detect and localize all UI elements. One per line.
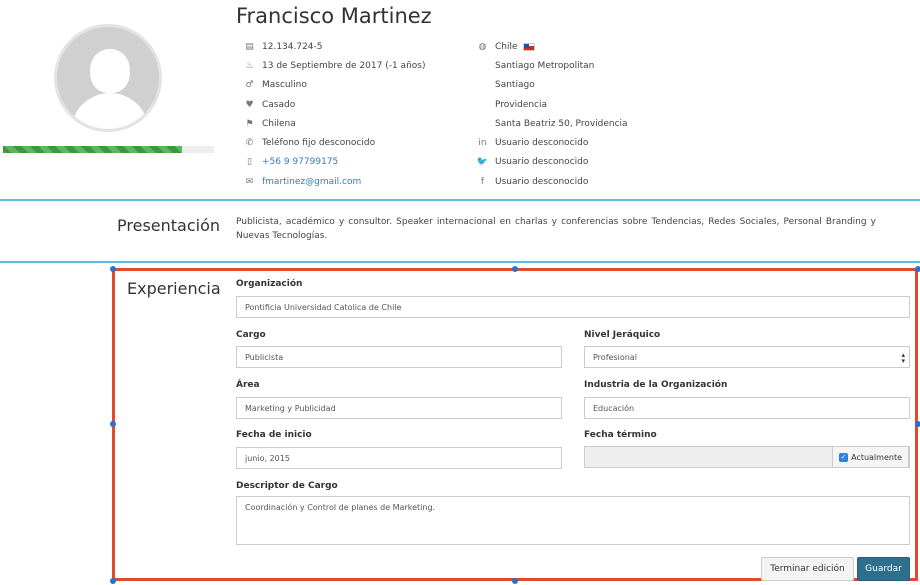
industria-input[interactable]: Educación bbox=[584, 397, 910, 419]
resize-handle-top[interactable] bbox=[512, 266, 518, 272]
nivel-jerarquico-value: Profesional bbox=[593, 352, 637, 362]
experiencia-title: Experiencia bbox=[127, 279, 221, 298]
personal-info-list: ▤ 12.134.724-5 ♨ 13 de Septiembre de 2017 (… bbox=[243, 37, 425, 191]
heart-icon: ♥ bbox=[245, 99, 254, 110]
resize-handle-top-left[interactable] bbox=[110, 266, 116, 272]
birthday-cake-icon: ♨ bbox=[245, 60, 254, 71]
fecha-inicio-label: Fecha de inicio bbox=[236, 430, 312, 440]
phone-icon: ✆ bbox=[245, 138, 254, 149]
personal-info-row[interactable]: ▯ +56 9 97799175 bbox=[243, 153, 425, 172]
personal-info-row[interactable]: ✉ fmartinez@gmail.com bbox=[243, 172, 425, 191]
actualmente-label: Actualmente bbox=[851, 452, 902, 462]
personal-info-text: Chilena bbox=[262, 118, 296, 129]
personal-info-row: ♂ Masculino bbox=[243, 76, 425, 95]
resize-handle-left[interactable] bbox=[110, 421, 116, 427]
industria-label: Industria de la Organización bbox=[584, 380, 728, 390]
organizacion-input[interactable]: Pontificia Universidad Catolica de Chile bbox=[236, 296, 910, 318]
cargo-input[interactable]: Publicista bbox=[236, 346, 562, 368]
personal-info-row: ♥ Casado bbox=[243, 95, 425, 114]
location-info-row: f Usuario desconocido bbox=[476, 172, 628, 191]
fecha-termino-input: ✓ Actualmente bbox=[584, 446, 910, 468]
resize-handle-right[interactable] bbox=[915, 421, 920, 427]
linkedin-icon: in bbox=[478, 138, 487, 149]
personal-info-text: Masculino bbox=[262, 80, 307, 91]
personal-info-text: 12.134.724-5 bbox=[262, 41, 323, 52]
location-info-text: Usuario desconocido bbox=[495, 138, 589, 149]
location-info-text: Usuario desconocido bbox=[495, 176, 589, 187]
location-info-text: Santa Beatriz 50, Providencia bbox=[495, 118, 628, 129]
personal-info-text: Teléfono fijo desconocido bbox=[262, 138, 376, 149]
personal-info-row: ⚑ Chilena bbox=[243, 114, 425, 133]
select-arrows-icon: ▴ ▾ bbox=[901, 351, 905, 365]
location-info-row: 🐦 Usuario desconocido bbox=[476, 153, 628, 172]
resize-handle-top-right[interactable] bbox=[915, 266, 920, 272]
descriptor-textarea[interactable]: Coordinación y Control de planes de Mark… bbox=[236, 496, 910, 545]
personal-info-text[interactable]: fmartinez@gmail.com bbox=[262, 177, 361, 187]
section-divider bbox=[0, 261, 920, 263]
fecha-inicio-input[interactable]: junio, 2015 bbox=[236, 447, 562, 469]
nivel-jerarquico-select[interactable]: Profesional ▴ ▾ bbox=[584, 346, 910, 368]
mobile-icon: ▯ bbox=[247, 157, 252, 168]
location-info-text: Providencia bbox=[495, 99, 548, 110]
fecha-termino-label: Fecha término bbox=[584, 430, 657, 440]
gender-icon: ♂ bbox=[245, 80, 254, 91]
area-input[interactable]: Marketing y Publicidad bbox=[236, 397, 562, 419]
location-info-row: ◍ Chile bbox=[476, 37, 628, 56]
presentacion-text: Publicista, académico y consultor. Speak… bbox=[236, 217, 876, 241]
actualmente-checkbox[interactable]: ✓ Actualmente bbox=[832, 446, 909, 468]
personal-info-row: ✆ Teléfono fijo desconocido bbox=[243, 133, 425, 152]
location-info-row: Santa Beatriz 50, Providencia bbox=[476, 114, 628, 133]
location-info-text: Santiago Metropolitan bbox=[495, 60, 595, 71]
id-card-icon: ▤ bbox=[245, 41, 254, 52]
location-info-text: Santiago bbox=[495, 80, 535, 91]
chile-flag-icon bbox=[522, 42, 535, 51]
resize-handle-bottom[interactable] bbox=[512, 578, 518, 584]
descriptor-label: Descriptor de Cargo bbox=[236, 481, 338, 491]
personal-info-text: Casado bbox=[262, 99, 296, 110]
avatar-head-shape bbox=[90, 49, 130, 93]
profile-name: Francisco Martinez bbox=[236, 4, 432, 28]
guardar-button[interactable]: Guardar bbox=[857, 557, 910, 581]
avatar-body-shape bbox=[71, 93, 149, 129]
location-info-row: Santiago Metropolitan bbox=[476, 56, 628, 75]
profile-completion-fill bbox=[3, 146, 183, 153]
personal-info-text[interactable]: +56 9 97799175 bbox=[262, 157, 338, 167]
personal-info-text: 13 de Septiembre de 2017 (-1 años) bbox=[262, 60, 426, 71]
nivel-jerarquico-label: Nivel Jeráquico bbox=[584, 330, 661, 340]
envelope-icon: ✉ bbox=[245, 176, 254, 187]
cargo-label: Cargo bbox=[236, 330, 266, 340]
avatar bbox=[54, 24, 162, 132]
organizacion-label: Organización bbox=[236, 279, 303, 289]
personal-info-row: ♨ 13 de Septiembre de 2017 (-1 años) bbox=[243, 56, 425, 75]
location-info-list: ◍ Chile Santiago Metropolitan Santiago Provi… bbox=[476, 37, 628, 191]
resize-handle-bottom-left[interactable] bbox=[110, 578, 116, 584]
globe-icon: ◍ bbox=[478, 41, 487, 52]
flag-icon: ⚑ bbox=[245, 118, 254, 129]
facebook-icon: f bbox=[480, 176, 485, 187]
location-info-row: Providencia bbox=[476, 95, 628, 114]
area-label: Área bbox=[236, 380, 260, 390]
personal-info-row: ▤ 12.134.724-5 bbox=[243, 37, 425, 56]
checkbox-checked-icon: ✓ bbox=[839, 452, 849, 462]
location-info-row: Santiago bbox=[476, 76, 628, 95]
location-info-text: Usuario desconocido bbox=[495, 157, 589, 168]
terminar-edicion-button[interactable]: Terminar edición bbox=[761, 557, 854, 581]
location-info-row: in Usuario desconocido bbox=[476, 133, 628, 152]
twitter-icon: 🐦 bbox=[476, 157, 489, 168]
section-divider bbox=[0, 199, 920, 201]
presentacion-title: Presentación bbox=[117, 216, 221, 235]
profile-completion-bar bbox=[3, 146, 214, 153]
location-info-text: Chile bbox=[495, 41, 518, 52]
